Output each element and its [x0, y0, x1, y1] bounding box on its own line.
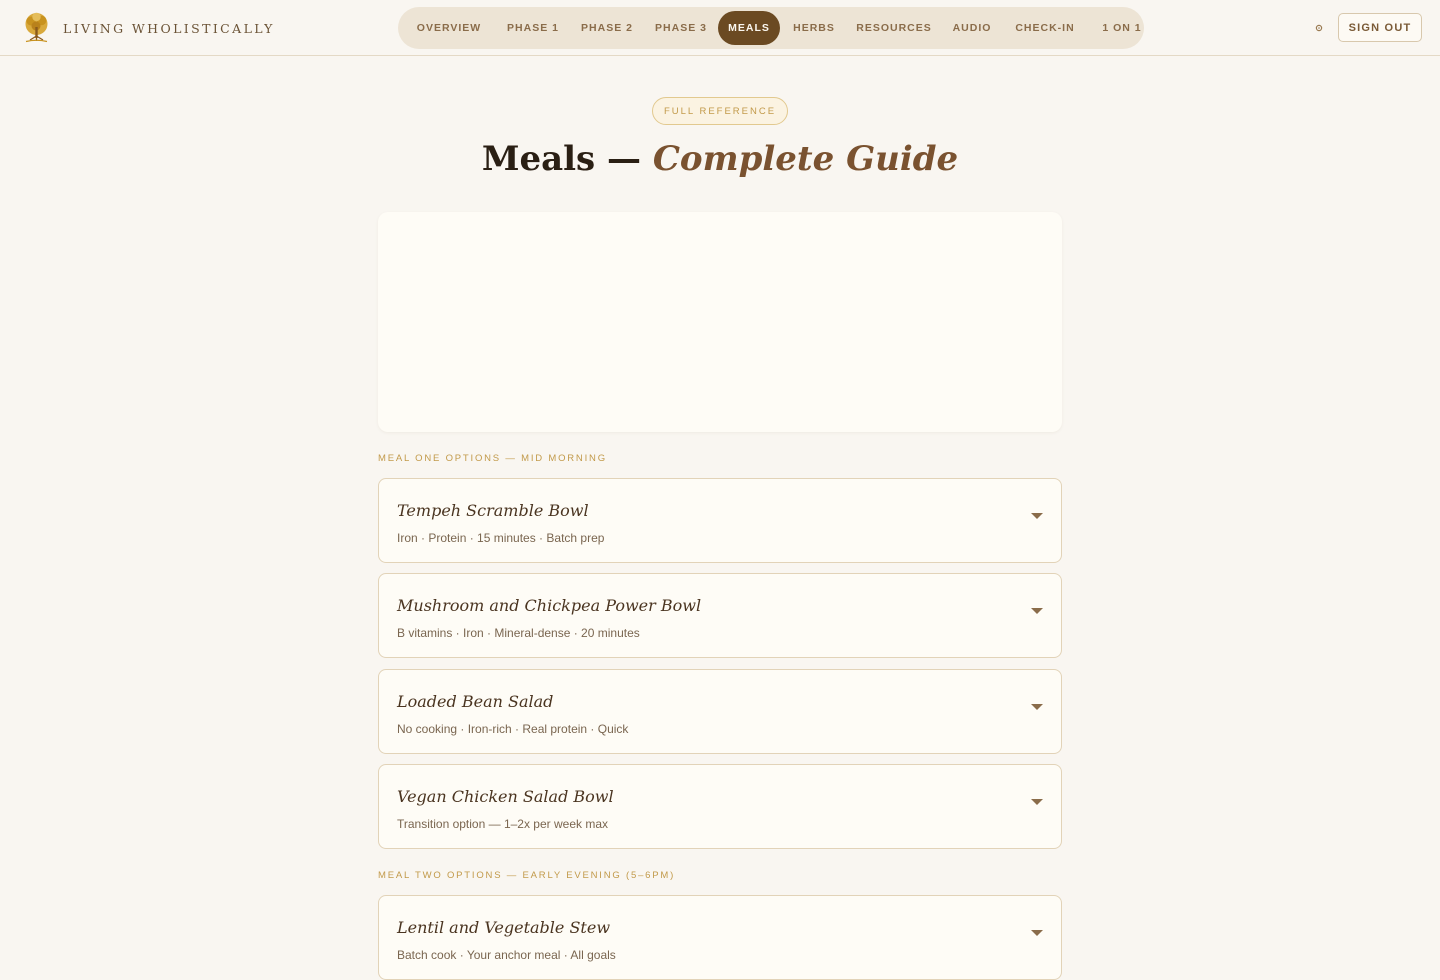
sign-out-button[interactable]: SIGN OUT: [1338, 13, 1422, 42]
meal-tags: Iron · Protein · 15 minutes · Batch prep: [397, 531, 605, 545]
meal-card[interactable]: Vegan Chicken Salad Bowl Transition opti…: [378, 764, 1062, 849]
meal-name: Vegan Chicken Salad Bowl: [397, 787, 614, 806]
chevron-down-icon[interactable]: [1031, 798, 1043, 806]
meal-name: Tempeh Scramble Bowl: [397, 501, 589, 520]
page-title-main: Meals —: [481, 139, 642, 179]
nav-tab-audio[interactable]: AUDIO: [940, 11, 1004, 45]
main-nav: OVERVIEW PHASE 1 PHASE 2 PHASE 3 MEALS HERBS R…: [398, 7, 1144, 49]
nav-tab-meals[interactable]: MEALS: [718, 11, 780, 45]
meal-name: Lentil and Vegetable Stew: [397, 918, 611, 937]
section-label-meal-one: MEAL ONE OPTIONS — MID MORNING: [378, 453, 607, 464]
top-bar: LIVING WHOLISTICALLY OVERVIEW PHASE 1 PHAS…: [0, 0, 1440, 56]
chevron-down-icon[interactable]: [1031, 512, 1043, 520]
meal-card[interactable]: Tempeh Scramble Bowl Iron · Protein · 15…: [378, 478, 1062, 563]
meal-card[interactable]: Lentil and Vegetable Stew Batch cook · Y…: [378, 895, 1062, 980]
nav-tab-herbs[interactable]: HERBS: [780, 11, 848, 45]
nav-tab-phase-3[interactable]: PHASE 3: [644, 11, 718, 45]
meal-card[interactable]: Mushroom and Chickpea Power Bowl B vitam…: [378, 573, 1062, 658]
tree-logo-icon: [25, 12, 48, 43]
meal-tags: No cooking · Iron-rich · Real protein · …: [397, 722, 629, 736]
meal-tags: B vitamins · Iron · Mineral-dense · 20 m…: [397, 626, 640, 640]
nav-tab-phase-2[interactable]: PHASE 2: [570, 11, 644, 45]
nav-tab-phase-1[interactable]: PHASE 1: [496, 11, 570, 45]
nav-tab-resources[interactable]: RESOURCES: [848, 11, 940, 45]
meal-card[interactable]: Loaded Bean Salad No cooking · Iron-rich…: [378, 669, 1062, 754]
chevron-down-icon[interactable]: [1031, 929, 1043, 937]
section-label-meal-two: MEAL TWO OPTIONS — EARLY EVENING (5–6PM): [378, 870, 676, 881]
page-title-accent: Complete Guide: [652, 139, 959, 179]
chevron-down-icon[interactable]: [1031, 703, 1043, 711]
meal-name: Loaded Bean Salad: [397, 692, 554, 711]
meal-name: Mushroom and Chickpea Power Bowl: [397, 596, 702, 615]
page-title: Meals — Complete Guide: [0, 134, 1440, 184]
nav-tab-1-on-1[interactable]: 1 ON 1: [1086, 11, 1158, 45]
brand[interactable]: LIVING WHOLISTICALLY: [22, 12, 275, 44]
chevron-down-icon[interactable]: [1031, 607, 1043, 615]
meal-tags: Transition option — 1–2x per week max: [397, 817, 608, 831]
nav-tab-check-in[interactable]: CHECK-IN: [1004, 11, 1086, 45]
full-reference-badge: FULL REFERENCE: [652, 97, 788, 125]
gear-icon[interactable]: [1313, 22, 1325, 34]
nav-tab-overview[interactable]: OVERVIEW: [402, 11, 496, 45]
intro-panel: [378, 212, 1062, 432]
brand-name: LIVING WHOLISTICALLY: [63, 20, 275, 36]
meal-tags: Batch cook · Your anchor meal · All goal…: [397, 948, 616, 962]
